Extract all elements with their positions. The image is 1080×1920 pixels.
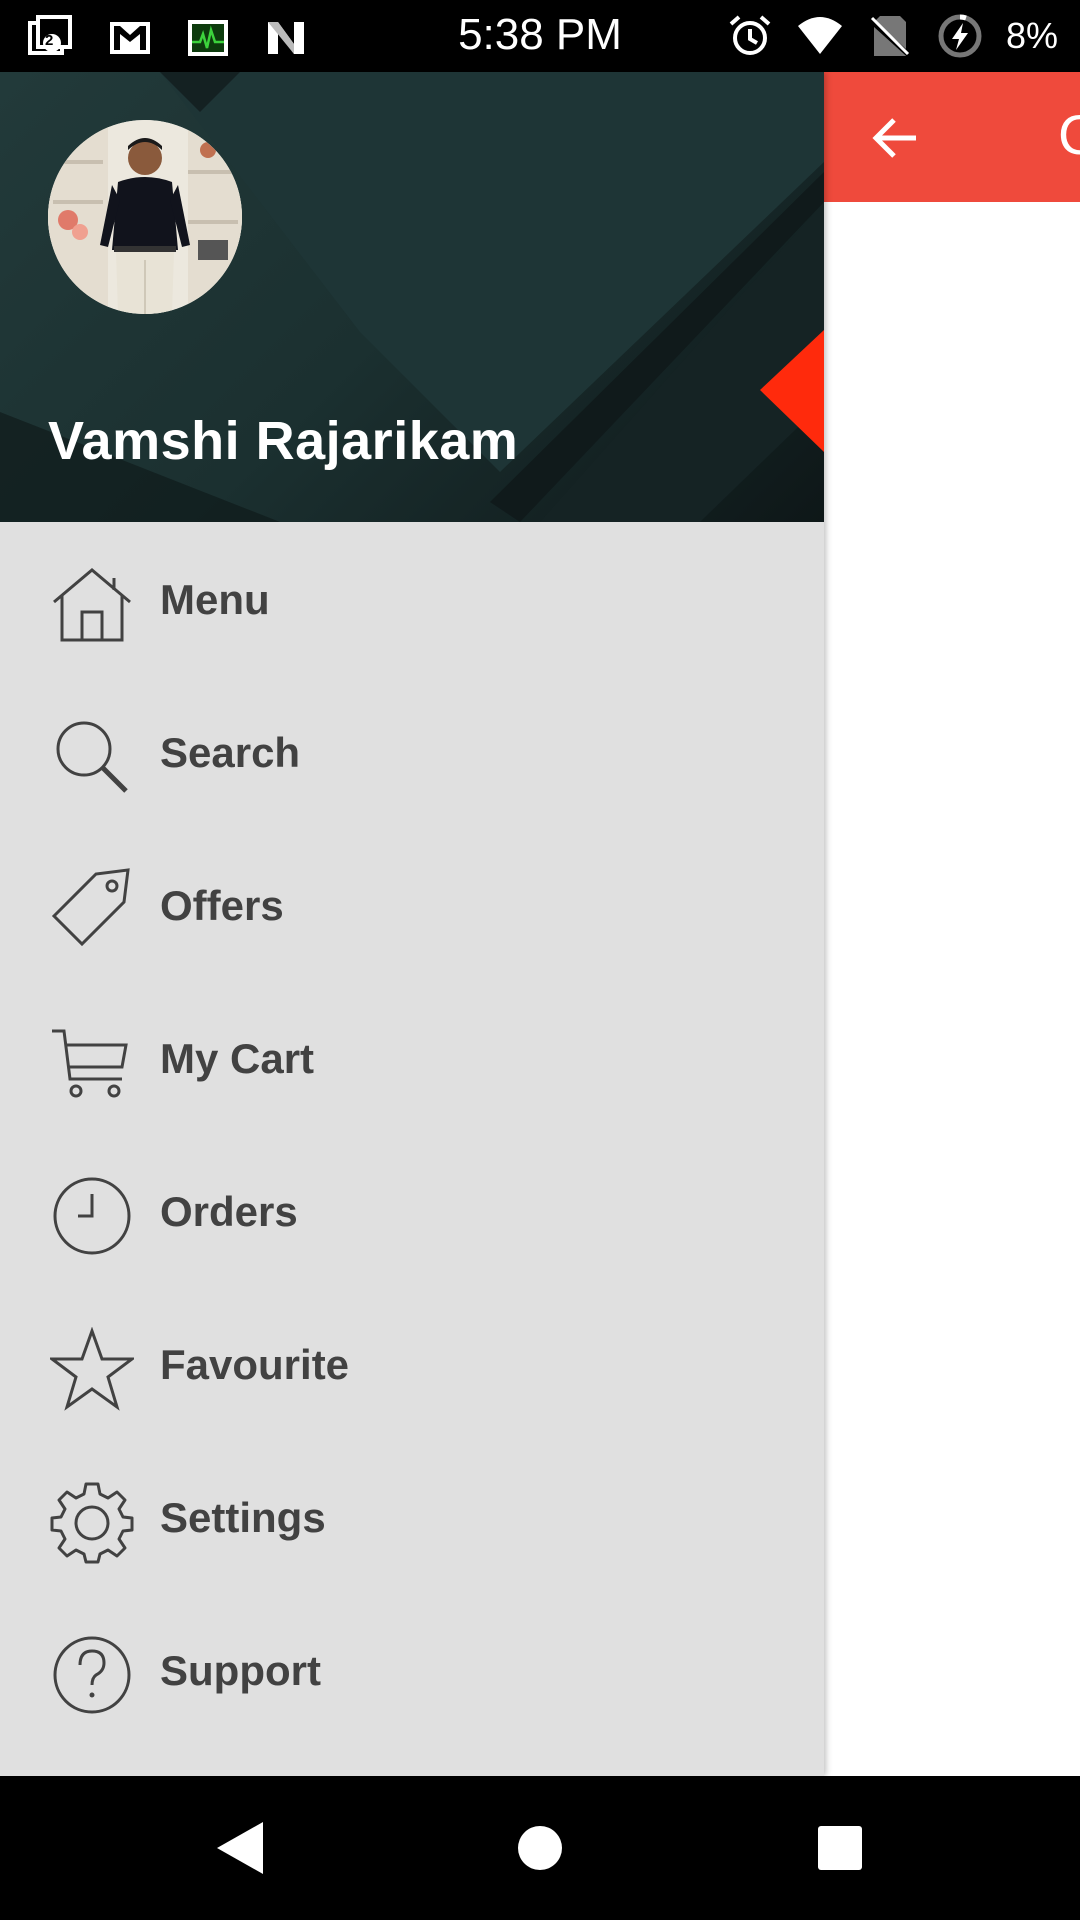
recents-nav-icon[interactable] (818, 1826, 862, 1870)
main-content (824, 202, 1080, 1776)
gear-icon (50, 1482, 134, 1564)
app-bar-title: C (1058, 103, 1080, 166)
search-icon (56, 721, 128, 793)
drawer-header: Vamshi Rajarikam (0, 72, 824, 522)
user-name: Vamshi Rajarikam (48, 411, 519, 471)
drawer-item-label: Support (160, 1647, 321, 1694)
tag-icon (51, 868, 130, 947)
drawer-item-menu[interactable]: Menu (0, 522, 824, 675)
help-icon (53, 1636, 131, 1714)
drawer-item-orders[interactable]: Orders (0, 1134, 824, 1287)
alarm-icon (729, 15, 771, 55)
drawer-item-label: My Cart (160, 1035, 315, 1082)
battery-charging-icon (938, 14, 982, 58)
wifi-icon (797, 17, 842, 54)
battery-percent: 8% (1005, 15, 1058, 56)
navigation-drawer: Vamshi Rajarikam Menu Search Offers My C… (0, 72, 824, 1776)
drawer-item-label: Offers (160, 882, 284, 929)
home-icon (53, 568, 131, 642)
drawer-item-offers[interactable]: Offers (0, 828, 824, 981)
cart-icon (52, 1029, 128, 1098)
drawer-item-label: Orders (160, 1188, 298, 1235)
app-bar: C (824, 72, 1080, 202)
back-nav-icon[interactable] (215, 1820, 265, 1876)
drawer-item-my-cart[interactable]: My Cart (0, 981, 824, 1134)
drawer-item-label: Favourite (160, 1341, 350, 1388)
drawer-item-settings[interactable]: Settings (0, 1440, 824, 1593)
drawer-item-label: Settings (160, 1494, 326, 1541)
profile-photo (48, 120, 242, 314)
star-icon (50, 1327, 134, 1411)
status-bar: 2 5:38 PM 8% (0, 0, 1080, 72)
clock-icon (53, 1177, 131, 1255)
drawer-item-label: Search (160, 729, 301, 776)
no-sim-icon (868, 16, 912, 58)
drawer-item-search[interactable]: Search (0, 675, 824, 828)
avatar[interactable] (48, 120, 242, 314)
drawer-item-label: Menu (160, 576, 270, 623)
drawer-item-favourite[interactable]: Favourite (0, 1287, 824, 1440)
system-nav-bar (0, 1776, 1080, 1920)
arrow-left-icon[interactable] (868, 110, 924, 166)
home-nav-icon[interactable] (518, 1826, 562, 1870)
drawer-item-support[interactable]: Support (0, 1593, 824, 1746)
